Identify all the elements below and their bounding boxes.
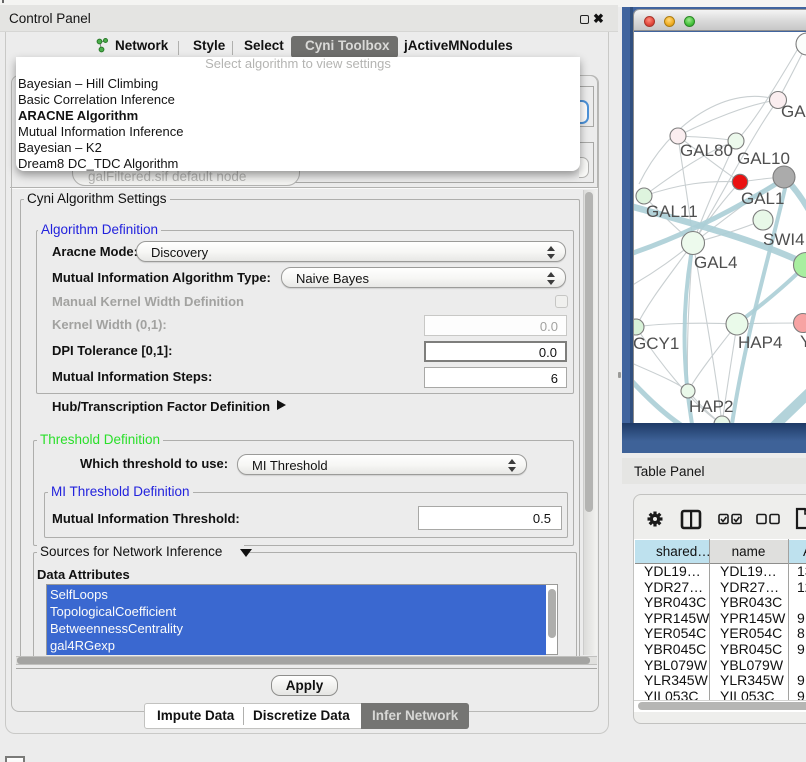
svg-text:Y: Y	[800, 332, 806, 351]
svg-text:SWI4: SWI4	[763, 230, 805, 249]
svg-text:HAP2: HAP2	[689, 397, 733, 416]
svg-text:GAL11: GAL11	[646, 202, 698, 221]
svg-text:GAL4: GAL4	[694, 253, 737, 272]
svg-text:GAL1: GAL1	[741, 189, 784, 208]
svg-text:GAL7: GAL7	[781, 102, 806, 121]
svg-text:GAL80: GAL80	[680, 141, 733, 160]
svg-text:GCY1: GCY1	[634, 334, 679, 353]
svg-text:HAP4: HAP4	[738, 333, 782, 352]
svg-text:GAL10: GAL10	[737, 149, 790, 168]
